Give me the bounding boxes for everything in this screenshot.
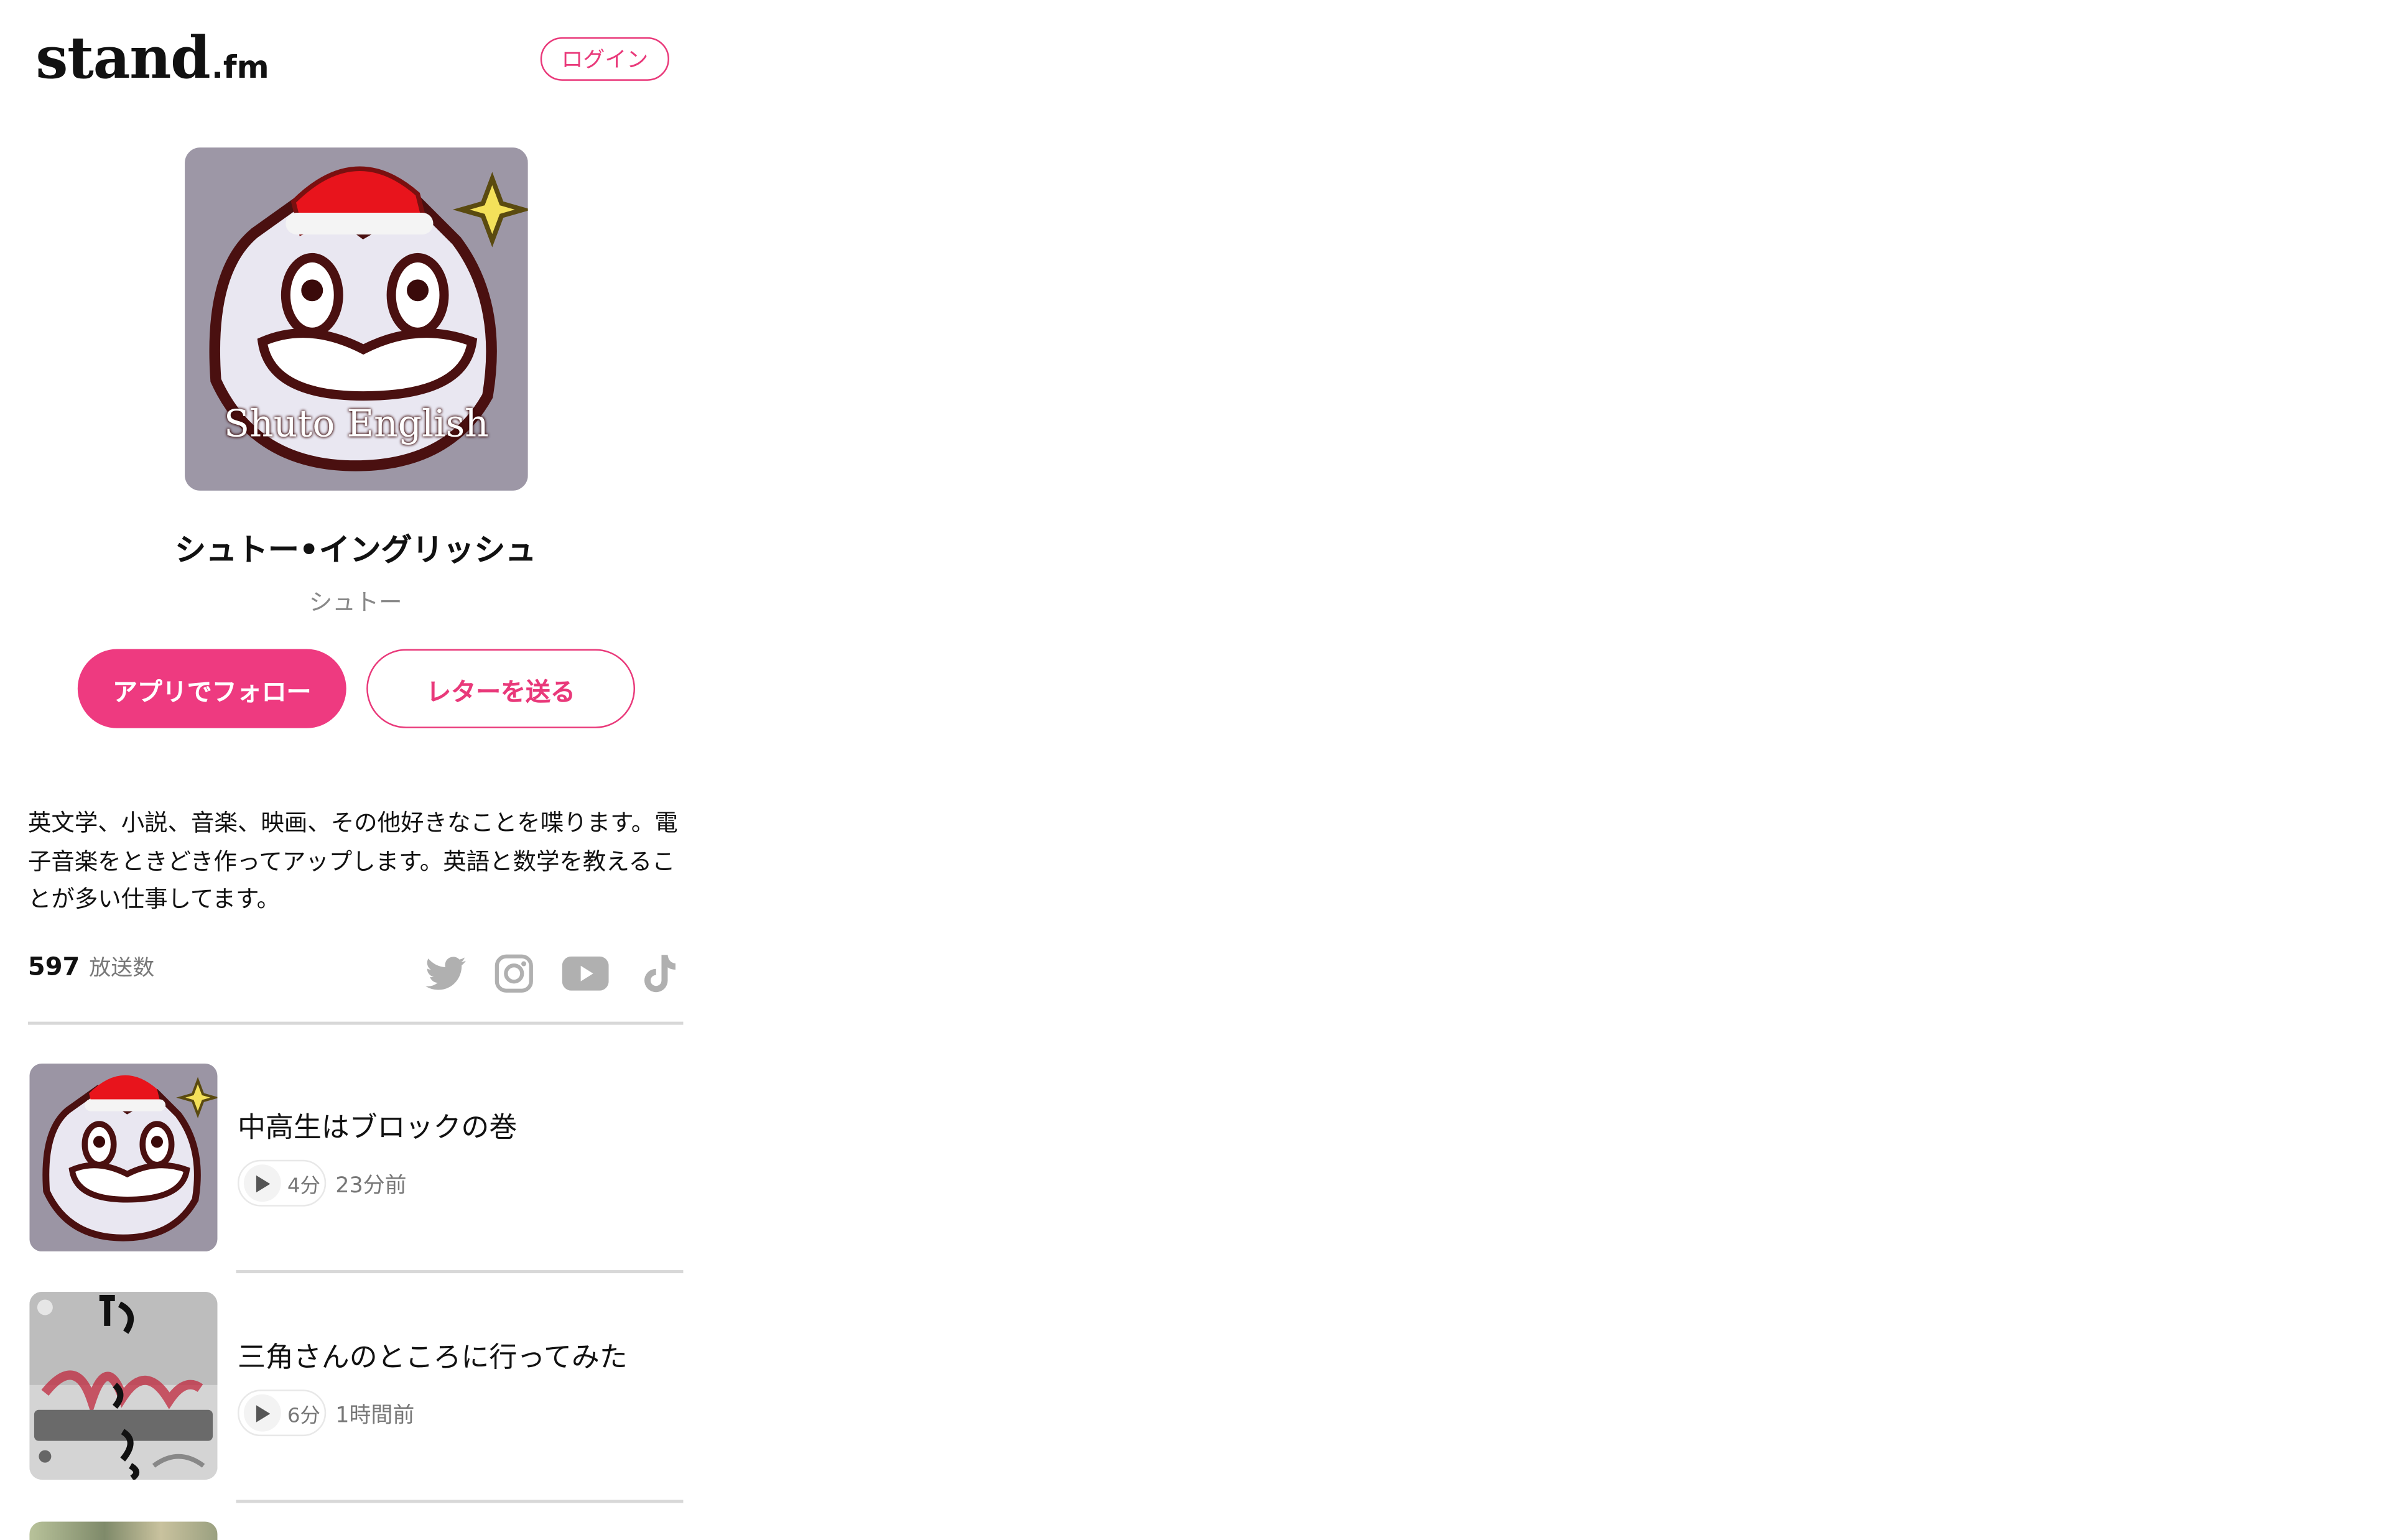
episode-title[interactable]: 三角さんのところに行ってみた [238,1335,628,1376]
play-icon [243,1394,281,1432]
broadcast-count: 597 放送数 [28,952,154,983]
tiktok-icon[interactable] [638,952,682,995]
episode-time: 1時間前 [335,1403,415,1429]
channel-bio: 英文学、小説、音楽、映画、その他好きなことを喋ります。電子音楽をときどき作ってア… [27,809,678,913]
episode-thumbnail[interactable] [29,1521,218,1540]
episode-divider [236,1500,684,1503]
episode-duration: 6分 [287,1404,320,1428]
episode-play-button[interactable]: 6分 [237,1389,327,1437]
episode-divider [236,1270,684,1273]
logo-sub-text: .fm [211,48,269,86]
avatar-caption: Shuto English [224,402,489,446]
play-icon [243,1164,281,1202]
channel-avatar: Shuto English [185,147,528,491]
channel-name: シュトー•イングリッシュ [175,531,537,568]
episode-thumbnail[interactable] [29,1292,218,1480]
section-divider [27,1021,684,1024]
broadcast-count-number: 597 [27,952,80,981]
send-letter-button[interactable]: レターを送る [366,649,636,728]
episode-play-button[interactable]: 4分 [237,1159,327,1207]
channel-handle: シュトー [309,588,402,617]
episode-duration: 4分 [287,1174,320,1198]
login-button[interactable]: ログイン [540,37,669,81]
episode-title[interactable]: 中高生はブロックの巻 [238,1105,517,1146]
follow-in-app-button[interactable]: アプリでフォロー [77,649,346,728]
instagram-icon[interactable] [492,952,536,995]
episode-time: 23分前 [335,1174,407,1199]
episode-thumbnail[interactable] [29,1064,218,1252]
youtube-icon[interactable] [560,952,608,995]
twitter-icon[interactable] [424,952,468,995]
logo-main-text: stand [35,23,210,92]
logo[interactable]: stand .fm [35,23,269,101]
broadcast-count-label: 放送数 [89,956,155,981]
